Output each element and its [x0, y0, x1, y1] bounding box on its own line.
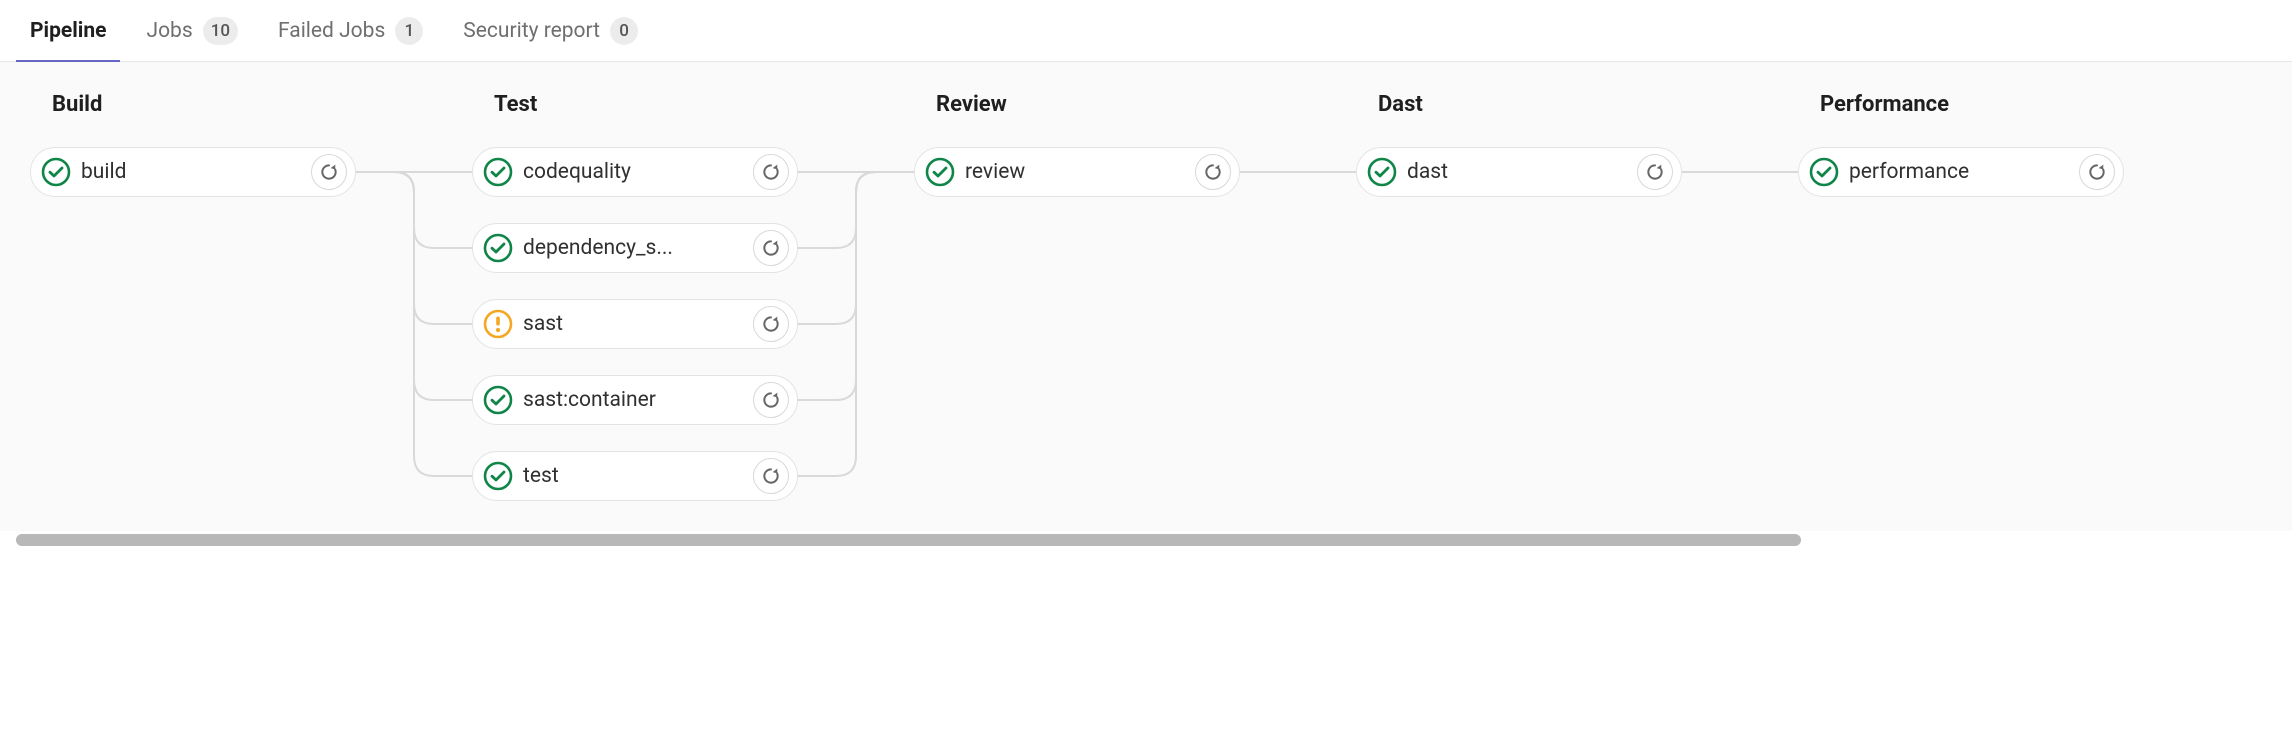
job-retry-button[interactable]	[753, 382, 789, 418]
jobs-list: codequality dependency_s...sast sast:conta…	[472, 147, 798, 501]
retry-icon	[319, 162, 339, 182]
check-circle-icon	[483, 233, 513, 263]
stage-review: Review review	[914, 92, 1240, 501]
tab-failed-jobs[interactable]: Failed Jobs 1	[278, 0, 423, 62]
job-retry-button[interactable]	[753, 458, 789, 494]
job-label: sast:container	[523, 388, 753, 412]
tab-failed-jobs-count: 1	[395, 17, 423, 45]
check-circle-icon	[1809, 157, 1839, 187]
job-label: dast	[1407, 160, 1637, 184]
job-label: review	[965, 160, 1195, 184]
job-build[interactable]: build	[30, 147, 356, 197]
retry-icon	[761, 238, 781, 258]
job-label: sast	[523, 312, 753, 336]
pipeline-tabs: Pipeline Jobs 10 Failed Jobs 1 Security …	[0, 0, 2292, 62]
tab-security-report-label: Security report	[463, 19, 600, 43]
warning-icon	[483, 309, 513, 339]
job-sast[interactable]: sast	[472, 299, 798, 349]
retry-icon	[1203, 162, 1223, 182]
job-test[interactable]: test	[472, 451, 798, 501]
check-circle-icon	[483, 385, 513, 415]
tab-pipeline-label: Pipeline	[30, 19, 106, 43]
job-dependency-s-[interactable]: dependency_s...	[472, 223, 798, 273]
retry-icon	[761, 314, 781, 334]
check-circle-icon	[483, 157, 513, 187]
check-circle-icon	[1367, 157, 1397, 187]
stage-title: Build	[30, 92, 356, 117]
job-review[interactable]: review	[914, 147, 1240, 197]
tab-security-report-count: 0	[610, 17, 638, 45]
tab-jobs-label: Jobs	[146, 19, 192, 43]
jobs-list: dast	[1356, 147, 1682, 197]
stage-title: Review	[914, 92, 1240, 117]
job-label: codequality	[523, 160, 753, 184]
retry-icon	[761, 466, 781, 486]
job-performance[interactable]: performance	[1798, 147, 2124, 197]
job-retry-button[interactable]	[753, 306, 789, 342]
stage-title: Performance	[1798, 92, 2124, 117]
job-label: build	[81, 160, 311, 184]
job-codequality[interactable]: codequality	[472, 147, 798, 197]
check-circle-icon	[925, 157, 955, 187]
pipeline-graph: Build build Test codequality dependency_s...…	[0, 62, 2292, 531]
stage-title: Test	[472, 92, 798, 117]
job-sast-container[interactable]: sast:container	[472, 375, 798, 425]
job-retry-button[interactable]	[753, 154, 789, 190]
stage-dast: Dast dast	[1356, 92, 1682, 501]
tab-jobs[interactable]: Jobs 10	[146, 0, 238, 62]
job-label: test	[523, 464, 753, 488]
jobs-list: review	[914, 147, 1240, 197]
retry-icon	[761, 162, 781, 182]
job-label: dependency_s...	[523, 236, 753, 260]
horizontal-scrollbar-thumb[interactable]	[16, 534, 1801, 546]
stage-test: Test codequality dependency_s...sast sast:c…	[472, 92, 798, 501]
job-retry-button[interactable]	[311, 154, 347, 190]
horizontal-scrollbar[interactable]	[0, 531, 2292, 549]
job-retry-button[interactable]	[1195, 154, 1231, 190]
retry-icon	[761, 390, 781, 410]
job-dast[interactable]: dast	[1356, 147, 1682, 197]
retry-icon	[2087, 162, 2107, 182]
check-circle-icon	[483, 461, 513, 491]
retry-icon	[1645, 162, 1665, 182]
jobs-list: build	[30, 147, 356, 197]
tab-jobs-count: 10	[203, 17, 238, 45]
check-circle-icon	[41, 157, 71, 187]
job-label: performance	[1849, 160, 2079, 184]
pipeline-stages: Build build Test codequality dependency_s...…	[30, 92, 2262, 501]
tab-pipeline[interactable]: Pipeline	[30, 0, 106, 62]
tab-failed-jobs-label: Failed Jobs	[278, 19, 385, 43]
job-retry-button[interactable]	[1637, 154, 1673, 190]
job-retry-button[interactable]	[753, 230, 789, 266]
stage-title: Dast	[1356, 92, 1682, 117]
tab-security-report[interactable]: Security report 0	[463, 0, 638, 62]
stage-build: Build build	[30, 92, 356, 501]
stage-performance: Performance performance	[1798, 92, 2124, 501]
horizontal-scrollbar-track	[16, 534, 2276, 546]
job-retry-button[interactable]	[2079, 154, 2115, 190]
jobs-list: performance	[1798, 147, 2124, 197]
